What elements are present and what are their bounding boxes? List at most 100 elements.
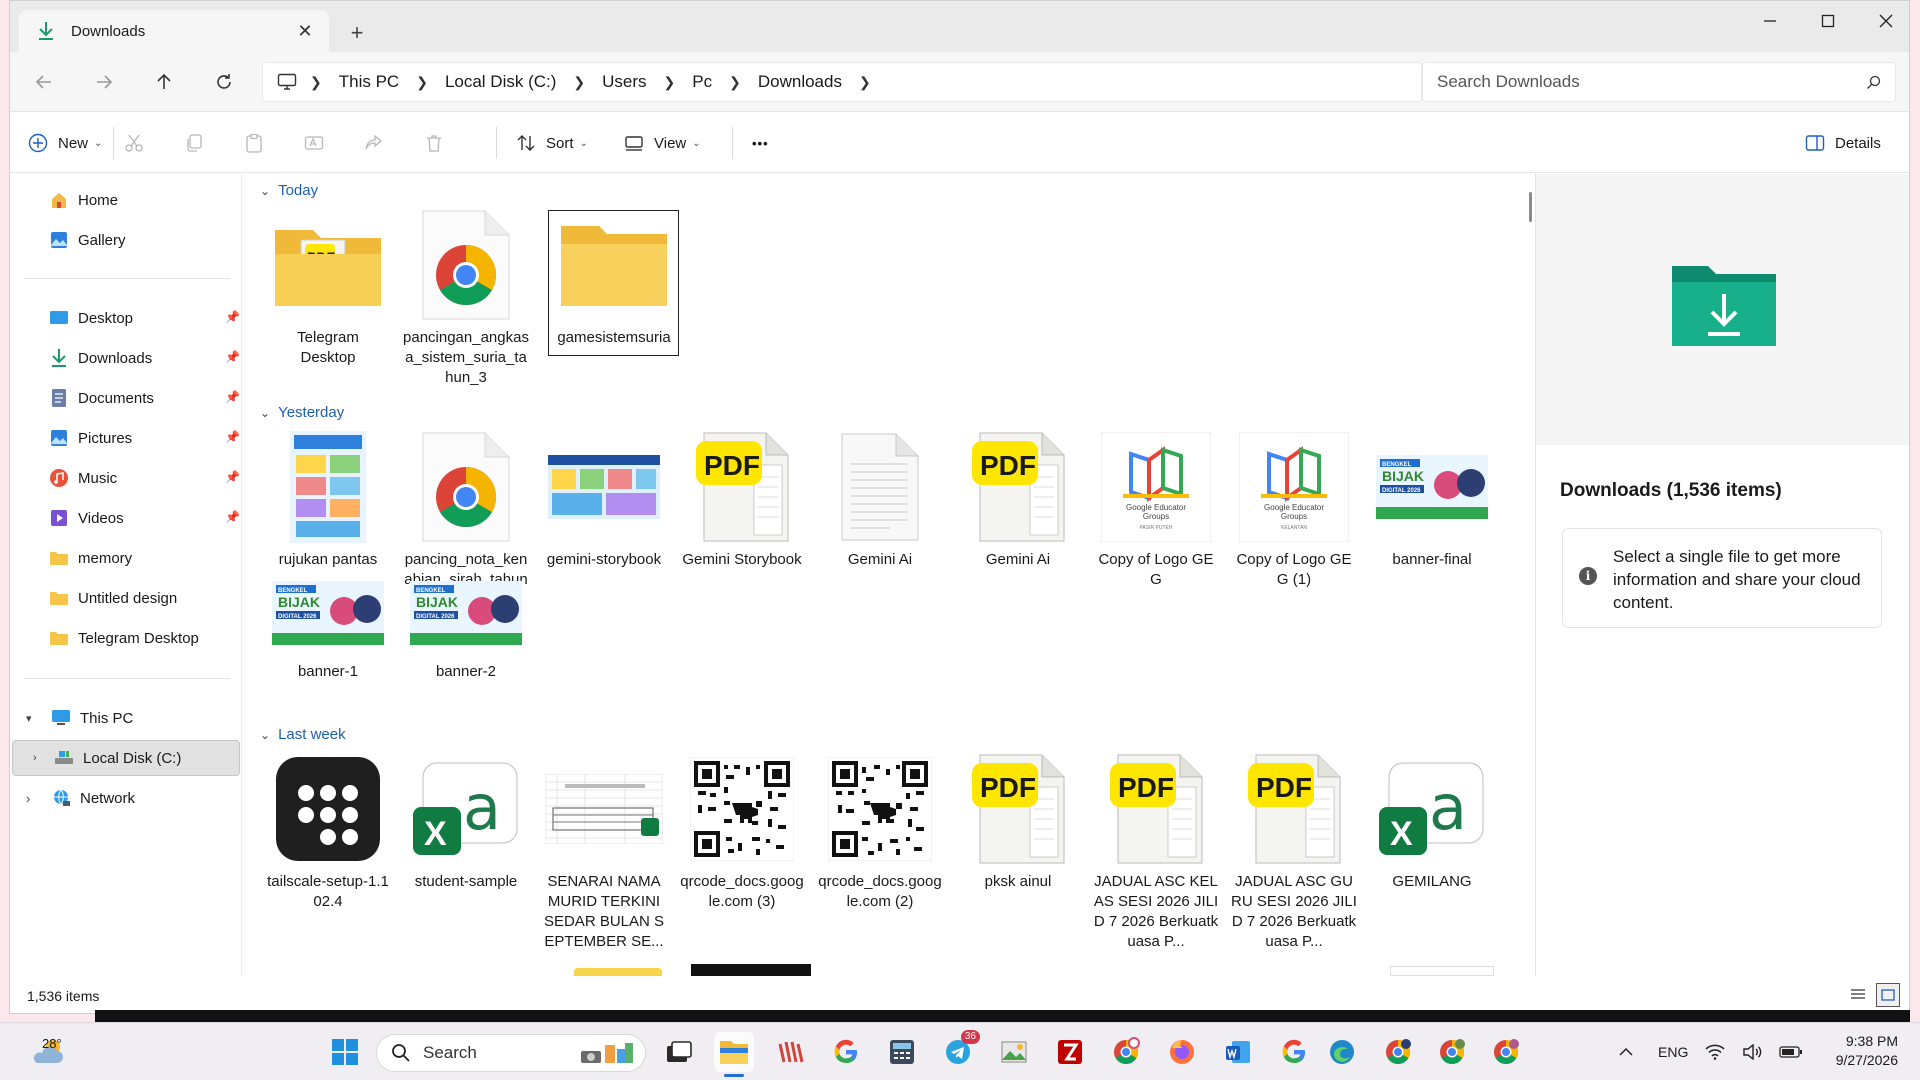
details-toggle-button[interactable]: Details (1805, 127, 1881, 159)
file-item[interactable]: Gemini Ai (816, 428, 944, 570)
group-header-yesterday[interactable]: ⌄ Yesterday (260, 404, 344, 421)
file-item[interactable]: BENGKEL BIJAK DIGITAL 2026 banner-1 (264, 568, 392, 682)
chevron-right-icon[interactable]: ❯ (852, 74, 878, 91)
copy-button[interactable] (184, 127, 204, 159)
large-icons-view-button[interactable] (1876, 983, 1900, 1007)
breadcrumb-downloads[interactable]: Downloads (748, 72, 852, 92)
rename-button[interactable] (304, 127, 324, 159)
refresh-button[interactable] (206, 64, 242, 100)
group-header-last-week[interactable]: ⌄ Last week (260, 726, 346, 743)
view-button[interactable]: View ⌄ (624, 127, 701, 159)
group-header-today[interactable]: ⌄ Today (260, 182, 318, 199)
file-item[interactable]: rujukan pantas (264, 428, 392, 570)
taskbar-chrome-profile-4[interactable] (1486, 1032, 1526, 1072)
file-item[interactable]: PDF JADUAL ASC KELAS SESI 2026 JILID 7 2… (1092, 750, 1220, 952)
breadcrumb-local-disk[interactable]: Local Disk (C:) (435, 72, 566, 92)
taskbar-app-wps[interactable] (770, 1032, 810, 1072)
file-item[interactable]: qrcode_docs.google.com (3) (678, 750, 806, 912)
tab-downloads[interactable]: Downloads ✕ (19, 10, 329, 52)
file-item[interactable]: a X student-sample (402, 750, 530, 892)
file-item[interactable]: PDF pksk ainul (954, 750, 1082, 892)
sidebar-item-this-pc[interactable]: ▾ This PC (22, 700, 238, 736)
details-view-button[interactable] (1846, 983, 1870, 1007)
sidebar-item-network[interactable]: › Network (22, 780, 238, 816)
sidebar-item-memory[interactable]: memory (48, 540, 264, 576)
file-item[interactable]: Google Educator Groups KELANTAN Copy of … (1230, 428, 1358, 590)
address-bar[interactable]: ❯ This PC ❯ Local Disk (C:) ❯ Users ❯ Pc… (262, 62, 1422, 102)
file-item[interactable]: qrcode_docs.google.com (2) (816, 750, 944, 912)
volume-icon[interactable] (1738, 1032, 1768, 1072)
file-item[interactable]: pancingan_angkasa_sistem_suria_tahun_3 (402, 206, 530, 388)
taskbar-file-explorer[interactable] (714, 1032, 754, 1077)
file-item[interactable]: PDF Gemini Ai (954, 428, 1082, 570)
taskbar-filezilla[interactable] (1050, 1032, 1090, 1072)
scrollbar-thumb[interactable] (1529, 192, 1532, 222)
file-item[interactable]: gamesistemsuria (550, 206, 678, 348)
weather-widget[interactable]: 28° (20, 1032, 76, 1072)
search-input[interactable] (1437, 72, 1866, 92)
taskbar-word[interactable] (1218, 1032, 1258, 1072)
file-item[interactable]: tailscale-setup-1.102.4 (264, 750, 392, 912)
system-clock[interactable]: 9:38 PM 9/27/2026 (1818, 1032, 1898, 1070)
taskbar-edge[interactable] (1322, 1032, 1362, 1072)
file-name: Gemini Ai (985, 551, 1051, 568)
forward-button[interactable] (86, 64, 122, 100)
search-box[interactable] (1422, 62, 1896, 102)
taskbar-google[interactable] (826, 1032, 866, 1072)
task-view-button[interactable] (659, 1032, 699, 1072)
taskbar-search[interactable]: Search (376, 1034, 646, 1072)
battery-icon[interactable] (1776, 1032, 1806, 1072)
paste-button[interactable] (244, 127, 264, 159)
sidebar-item-telegram-desktop[interactable]: Telegram Desktop (48, 620, 264, 656)
taskbar-chrome-profile-1[interactable] (1106, 1032, 1146, 1072)
wifi-icon[interactable] (1700, 1032, 1730, 1072)
up-button[interactable] (146, 64, 182, 100)
file-item[interactable]: gemini-storybook (540, 428, 668, 570)
cut-button[interactable] (124, 127, 144, 159)
sidebar-item-gallery[interactable]: Gallery (48, 222, 264, 258)
sidebar-item-music[interactable]: Music 📌 (48, 460, 246, 496)
file-item[interactable]: BENGKEL BIJAK DIGITAL 2026 banner-2 (402, 568, 530, 682)
language-indicator[interactable]: ENG (1658, 1023, 1688, 1080)
file-name: pancingan_angkasa_sistem_suria_tahun_3 (403, 329, 529, 386)
taskbar-chrome-profile-3[interactable] (1432, 1032, 1472, 1072)
sidebar-item-videos[interactable]: Videos 📌 (48, 500, 246, 536)
sort-button[interactable]: Sort ⌄ (516, 127, 588, 159)
taskbar-app-image[interactable] (994, 1032, 1034, 1072)
file-item[interactable]: SENARAI NAMA MURID TERKINI SEDAR BULAN S… (540, 750, 668, 952)
new-button[interactable]: New ⌄ (28, 127, 102, 159)
taskbar-calculator[interactable] (882, 1032, 922, 1072)
close-tab-button[interactable]: ✕ (291, 17, 319, 45)
minimize-button[interactable] (1741, 1, 1799, 41)
file-item[interactable]: PDF Telegram Desktop (264, 206, 392, 368)
sidebar-item-pictures[interactable]: Pictures 📌 (48, 420, 246, 456)
file-item[interactable]: BENGKEL BIJAK DIGITAL 2026 banner-final (1368, 428, 1496, 570)
maximize-button[interactable] (1799, 1, 1857, 41)
delete-button[interactable] (424, 127, 444, 159)
file-item[interactable]: PDF Gemini Storybook (678, 428, 806, 570)
file-item[interactable]: a X GEMILANG (1368, 750, 1496, 892)
sidebar-item-documents[interactable]: Documents 📌 (48, 380, 246, 416)
breadcrumb-pc[interactable]: Pc (682, 72, 722, 92)
taskbar-telegram[interactable]: 36 (938, 1030, 980, 1072)
file-item[interactable]: Google Educator Groups PASIR PUTEH Copy … (1092, 428, 1220, 590)
sidebar-item-desktop[interactable]: Desktop 📌 (48, 300, 246, 336)
breadcrumb-this-pc[interactable]: This PC (329, 72, 409, 92)
breadcrumb-users[interactable]: Users (592, 72, 656, 92)
close-window-button[interactable] (1857, 1, 1909, 41)
file-item[interactable]: PDF JADUAL ASC GURU SESI 2026 JILID 7 20… (1230, 750, 1358, 952)
start-button[interactable] (325, 1032, 365, 1072)
taskbar-chrome-google[interactable] (1274, 1032, 1314, 1072)
sidebar-item-local-disk[interactable]: › Local Disk (C:) (12, 740, 240, 776)
taskbar-firefox[interactable] (1162, 1032, 1202, 1072)
back-button[interactable] (26, 64, 62, 100)
share-button[interactable] (364, 127, 384, 159)
sidebar-item-downloads[interactable]: Downloads 📌 (48, 340, 246, 376)
new-tab-button[interactable]: + (342, 18, 372, 48)
taskbar-chrome-profile-2[interactable] (1378, 1032, 1418, 1072)
show-hidden-icons-button[interactable] (1606, 1032, 1646, 1072)
sidebar-item-untitled-design[interactable]: Untitled design (48, 580, 264, 616)
sidebar-item-home[interactable]: Home (48, 182, 264, 218)
chevron-down-icon: ⌄ (94, 137, 103, 149)
more-options-button[interactable]: ••• (752, 127, 769, 159)
